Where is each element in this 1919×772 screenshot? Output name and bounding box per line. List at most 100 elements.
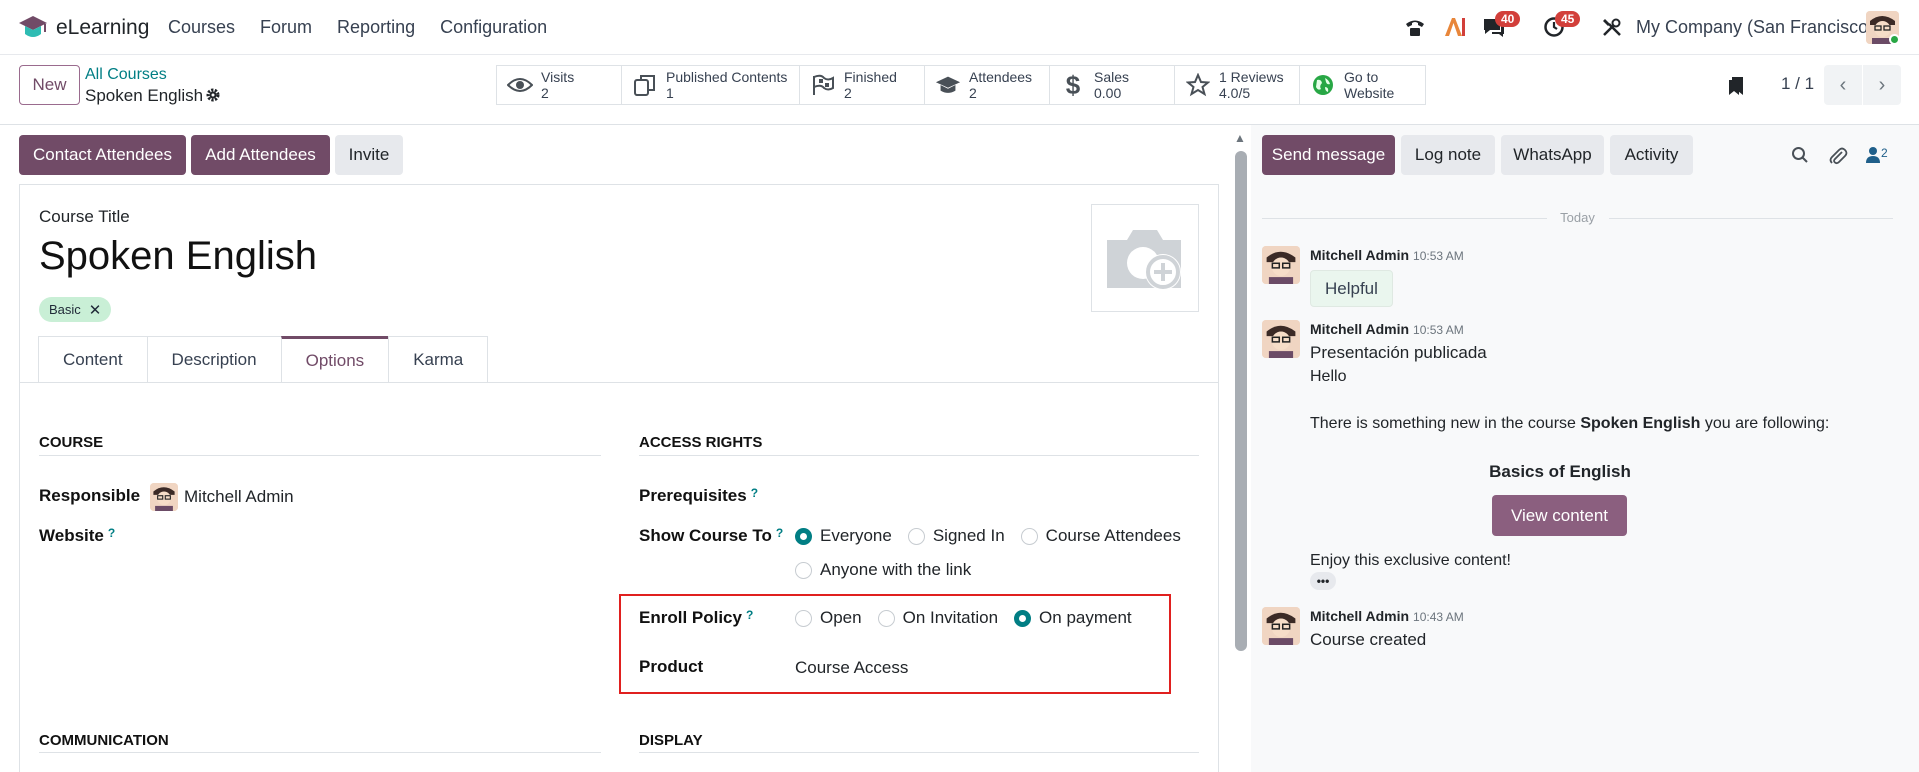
company-switcher[interactable]: My Company (San Francisco): [1636, 17, 1874, 38]
message-footer: Enjoy this exclusive content!: [1310, 552, 1511, 569]
avatar[interactable]: [1262, 607, 1300, 645]
followers-count: 2: [1881, 146, 1888, 160]
new-button[interactable]: New: [19, 65, 80, 105]
pager-previous-button[interactable]: ‹: [1824, 65, 1862, 105]
breadcrumb-parent[interactable]: All Courses: [85, 66, 167, 84]
expand-ellipsis-icon[interactable]: •••: [1310, 572, 1336, 590]
radio-course-attendees[interactable]: Course Attendees: [1020, 526, 1181, 546]
menu-courses[interactable]: Courses: [168, 17, 235, 38]
radio-checked: [795, 527, 812, 545]
dollar-icon: $: [1065, 69, 1081, 100]
whatsapp-button[interactable]: WhatsApp: [1501, 135, 1604, 175]
prerequisites-label-text: Prerequisites: [639, 486, 747, 505]
invite-button[interactable]: Invite: [335, 135, 403, 175]
tag-basic: Basic ✕: [39, 297, 112, 322]
tab-description[interactable]: Description: [146, 336, 282, 383]
user-icon: [1866, 147, 1880, 163]
stat-value: 0.00: [1094, 85, 1122, 101]
menu-reporting[interactable]: Reporting: [337, 17, 415, 38]
help-icon[interactable]: ?: [776, 526, 783, 540]
stat-published-contents[interactable]: Published Contents 1: [621, 65, 800, 105]
gear-icon[interactable]: [205, 87, 221, 108]
author-name[interactable]: Mitchell Admin: [1310, 321, 1409, 337]
camera-plus-icon: [1107, 230, 1181, 290]
date-divider-right: [1609, 218, 1893, 219]
ai-icon[interactable]: [1442, 14, 1468, 40]
scroll-up-arrow-icon[interactable]: ▲: [1234, 131, 1246, 145]
radio-signed-in[interactable]: Signed In: [907, 526, 1005, 546]
view-content-button[interactable]: View content: [1492, 495, 1627, 536]
help-icon[interactable]: ?: [108, 526, 115, 540]
radio-unchecked: [907, 527, 925, 545]
section-rule: [39, 752, 601, 753]
log-note-button[interactable]: Log note: [1401, 135, 1495, 175]
responsible-field[interactable]: Mitchell Admin: [150, 483, 294, 511]
author-name[interactable]: Mitchell Admin: [1310, 247, 1409, 263]
stat-finished[interactable]: Finished 2: [799, 65, 925, 105]
chevron-right-icon: ›: [1878, 73, 1886, 96]
course-image-upload[interactable]: [1091, 204, 1199, 312]
messages-icon[interactable]: 40: [1481, 11, 1521, 40]
stat-go-to-website[interactable]: Go to Website: [1299, 65, 1426, 105]
stat-label: Sales: [1094, 69, 1130, 85]
stat-visits[interactable]: Visits 2: [496, 65, 622, 105]
section-rule: [39, 455, 601, 456]
highlight-box: [619, 594, 1171, 694]
radio-everyone[interactable]: Everyone: [795, 526, 892, 546]
avatar[interactable]: [1262, 246, 1300, 284]
activities-clock-icon[interactable]: 45: [1541, 11, 1581, 40]
tab-divider: [19, 382, 1219, 383]
website-label: Website?: [39, 526, 115, 546]
stat-sales[interactable]: $ Sales 0.00: [1049, 65, 1175, 105]
author-name[interactable]: Mitchell Admin: [1310, 608, 1409, 624]
help-icon[interactable]: ?: [751, 486, 758, 500]
contact-attendees-button[interactable]: Contact Attendees: [19, 135, 186, 175]
close-icon[interactable]: ✕: [89, 301, 102, 319]
radio-label: Course Attendees: [1045, 526, 1181, 545]
radio-label: Anyone with the link: [820, 560, 972, 579]
tab-content[interactable]: Content: [38, 336, 148, 383]
stat-attendees[interactable]: Attendees 2: [924, 65, 1050, 105]
pager-next-button[interactable]: ›: [1863, 65, 1901, 105]
chevron-left-icon: ‹: [1839, 73, 1847, 96]
phone-icon[interactable]: [1402, 14, 1428, 40]
menu-forum[interactable]: Forum: [260, 17, 312, 38]
star-icon: [1185, 72, 1211, 98]
graduation-cap-logo-icon[interactable]: [18, 14, 48, 40]
date-divider-today: Today: [1262, 210, 1893, 233]
add-attendees-button[interactable]: Add Attendees: [191, 135, 330, 175]
bookmark-icon[interactable]: [1728, 76, 1744, 101]
message-author: Mitchell Admin 10:53 AM: [1310, 247, 1464, 263]
online-status-dot: [1889, 34, 1900, 45]
form-scrollbar-thumb[interactable]: [1235, 151, 1247, 651]
stat-reviews[interactable]: 1 Reviews 4.0/5: [1174, 65, 1300, 105]
tab-karma[interactable]: Karma: [388, 336, 489, 383]
message-time: 10:53 AM: [1413, 249, 1464, 263]
stat-label: Published Contents: [666, 69, 788, 85]
message-time: 10:43 AM: [1413, 610, 1464, 624]
message-subject: Presentación publicada: [1310, 343, 1487, 362]
avatar[interactable]: [1262, 320, 1300, 358]
pager-value[interactable]: 1 / 1: [1781, 74, 1814, 94]
message-author: Mitchell Admin 10:43 AM: [1310, 608, 1464, 624]
prerequisites-label: Prerequisites?: [639, 486, 758, 506]
radio-anyone-with-link[interactable]: Anyone with the link: [795, 560, 971, 580]
section-access-rights: ACCESS RIGHTS: [639, 434, 763, 451]
message-author: Mitchell Admin 10:53 AM: [1310, 321, 1464, 337]
stat-label: Go to: [1344, 69, 1379, 85]
tools-icon[interactable]: [1599, 14, 1625, 40]
followers-button[interactable]: 2: [1865, 146, 1888, 169]
stat-label: Visits: [541, 69, 575, 85]
activity-button[interactable]: Activity: [1610, 135, 1693, 175]
send-message-button[interactable]: Send message: [1262, 135, 1395, 175]
course-name: Spoken English: [1580, 415, 1701, 432]
show-course-to-radio-group: Everyone Signed In Course Attendees: [795, 526, 1197, 546]
tab-options[interactable]: Options: [280, 336, 390, 383]
paperclip-icon[interactable]: [1828, 146, 1848, 171]
section-display: DISPLAY: [639, 732, 703, 749]
section-communication: COMMUNICATION: [39, 732, 169, 749]
app-name[interactable]: eLearning: [56, 16, 149, 40]
course-title-input[interactable]: Spoken English: [39, 234, 317, 279]
search-icon[interactable]: [1791, 146, 1809, 169]
menu-configuration[interactable]: Configuration: [440, 17, 547, 38]
